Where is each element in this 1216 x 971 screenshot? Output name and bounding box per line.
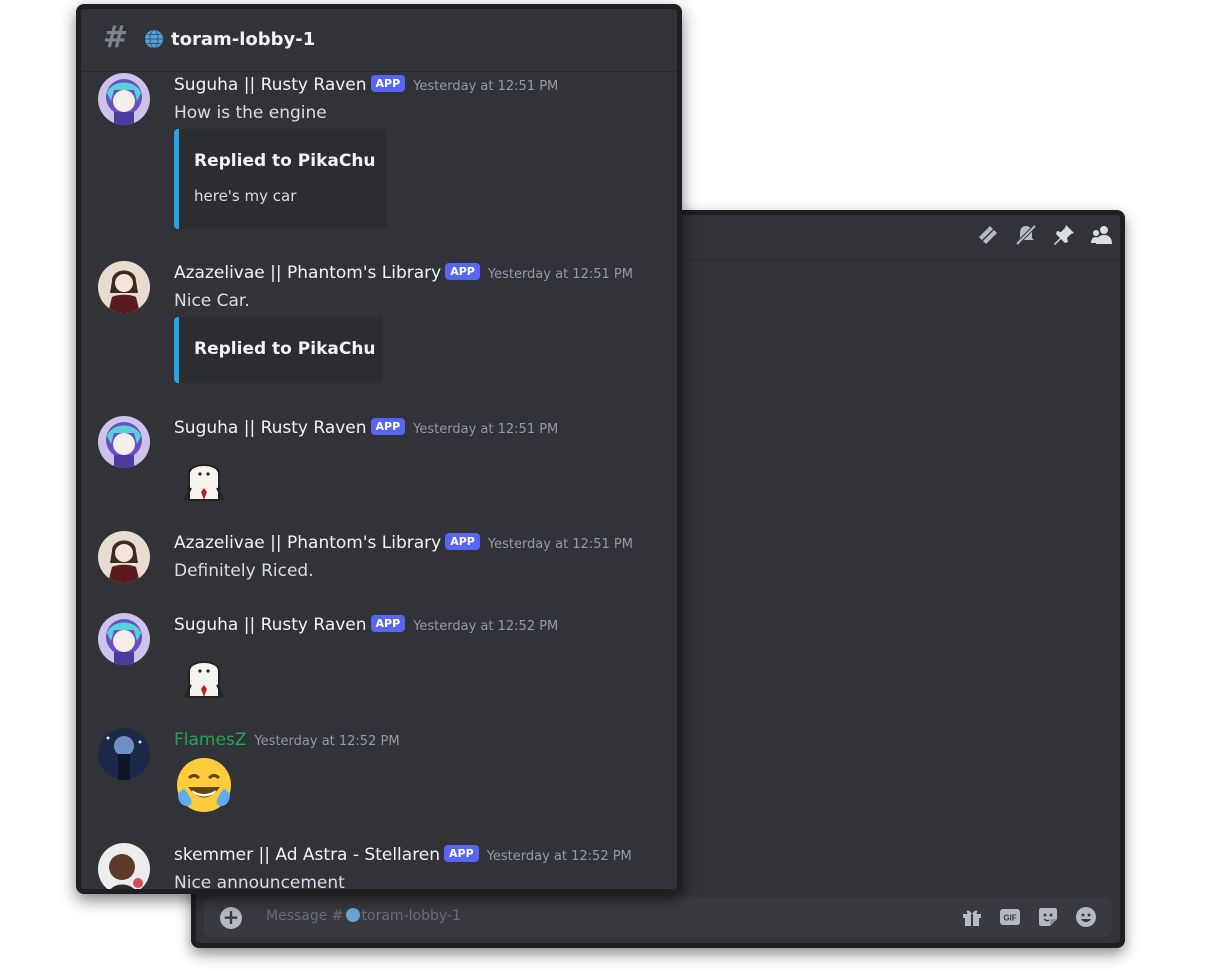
hash-icon: # — [103, 20, 129, 55]
message-input[interactable]: Message # toram-lobby-1 — [266, 908, 461, 924]
members-icon[interactable] — [1090, 223, 1114, 247]
username[interactable]: Suguha || Rusty Raven APP Yesterday at 12:… — [174, 75, 558, 95]
app-badge: APP — [370, 418, 406, 435]
username[interactable]: Suguha || Rusty Raven APP Yesterday at 12:… — [174, 418, 558, 438]
timestamp: Yesterday at 12:52 PM — [254, 734, 400, 749]
tears-of-joy-emoji[interactable] — [173, 754, 235, 816]
reply-title: Replied to PikaChu — [194, 339, 376, 359]
timestamp: Yesterday at 12:52 PM — [486, 849, 632, 864]
threads-icon[interactable] — [976, 223, 1000, 247]
avatar[interactable] — [98, 843, 150, 889]
white-character-sticker[interactable] — [179, 456, 229, 506]
avatar[interactable] — [98, 531, 150, 583]
muted-bell-icon[interactable] — [1014, 223, 1038, 247]
front-chat-window: # toram-lobby-1 Suguha || Rusty Raven APP… — [76, 4, 682, 894]
timestamp: Yesterday at 12:52 PM — [413, 619, 559, 634]
app-badge: APP — [444, 845, 479, 862]
channel-name: toram-lobby-1 — [171, 29, 316, 50]
timestamp: Yesterday at 12:51 PM — [487, 537, 633, 552]
white-character-sticker[interactable] — [179, 653, 229, 703]
message-text: Definitely Riced. — [174, 561, 314, 581]
message-text: Nice Car. — [174, 291, 250, 311]
avatar[interactable] — [98, 261, 150, 313]
reply-text: here's my car — [194, 187, 297, 205]
timestamp: Yesterday at 12:51 PM — [487, 267, 633, 282]
globe-icon — [345, 908, 360, 922]
timestamp: Yesterday at 12:51 PM — [413, 79, 559, 94]
username[interactable]: FlamesZ Yesterday at 12:52 PM — [174, 730, 400, 750]
gift-icon[interactable] — [960, 905, 984, 929]
app-badge: APP — [370, 75, 406, 92]
globe-icon — [145, 29, 163, 49]
channel-header: # toram-lobby-1 — [81, 9, 677, 72]
avatar[interactable] — [98, 416, 150, 468]
svg-text:GIF: GIF — [1003, 914, 1016, 923]
gif-icon[interactable]: GIF — [998, 905, 1022, 929]
app-badge: APP — [445, 533, 480, 550]
app-badge: APP — [445, 263, 480, 280]
emoji-icon[interactable] — [1074, 905, 1098, 929]
username[interactable]: Azazelivae || Phantom's Library APP Yester… — [174, 263, 633, 283]
app-badge: APP — [370, 615, 406, 632]
message-text: How is the engine — [174, 103, 327, 123]
reply-embed[interactable]: Replied to PikaChu here's my car — [174, 129, 387, 229]
reply-embed[interactable]: Replied to PikaChu — [174, 317, 383, 383]
avatar[interactable] — [98, 613, 150, 665]
reply-title: Replied to PikaChu — [194, 151, 376, 171]
username[interactable]: skemmer || Ad Astra - Stellaren APP Yester… — [174, 845, 632, 865]
timestamp: Yesterday at 12:51 PM — [413, 422, 559, 437]
avatar[interactable] — [98, 728, 150, 780]
username[interactable]: Suguha || Rusty Raven APP Yesterday at 12:… — [174, 615, 558, 635]
add-attachment-icon[interactable]: + — [220, 907, 242, 929]
pin-icon[interactable] — [1052, 223, 1076, 247]
message-composer[interactable]: + Message # toram-lobby-1 GIF — [204, 897, 1112, 937]
username[interactable]: Azazelivae || Phantom's Library APP Yester… — [174, 533, 633, 553]
sticker-icon[interactable] — [1036, 905, 1060, 929]
message-text: Nice announcement — [174, 873, 345, 893]
avatar[interactable] — [98, 73, 150, 125]
